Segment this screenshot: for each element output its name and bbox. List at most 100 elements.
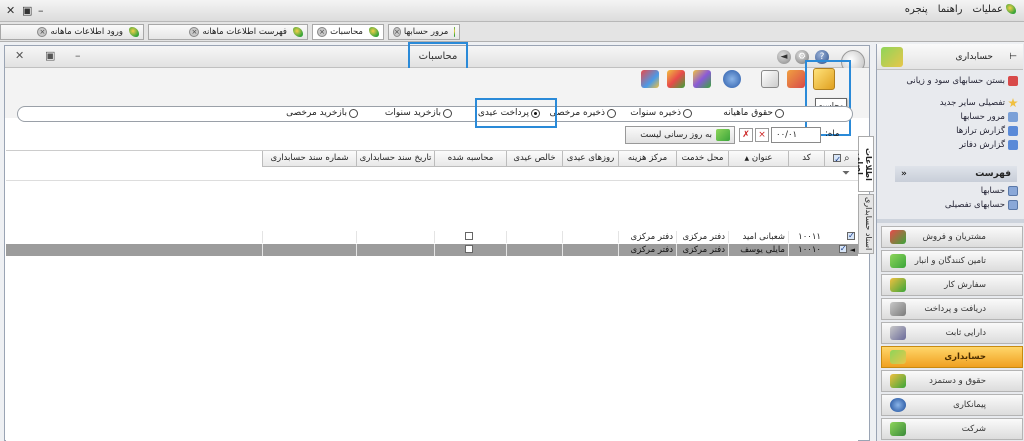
row-checkbox[interactable]	[847, 231, 855, 242]
module-payroll[interactable]: حقوق و دستمزد	[881, 370, 1023, 392]
export-icon[interactable]	[641, 70, 659, 88]
filter-reset-icon[interactable]: ✗	[739, 128, 753, 142]
radio-monthly-salary[interactable]: حقوق ماهیانه	[723, 108, 784, 118]
module-work-order[interactable]: سفارش کار	[881, 274, 1023, 296]
close-icon[interactable]: ×	[317, 27, 328, 37]
radio-severance-reserve[interactable]: ذخیره سنوات	[630, 108, 692, 118]
edit-icon[interactable]	[761, 70, 779, 88]
window-close-button[interactable]: ✕	[15, 49, 24, 62]
col-net-bonus[interactable]: خالص عیدی	[506, 151, 562, 167]
settings-tool-icon[interactable]	[787, 70, 805, 88]
link-review-accounts[interactable]: مرور حسابها	[961, 112, 1018, 122]
panel-header: حسابداری ⊣	[877, 44, 1023, 70]
cell-doc-number	[262, 244, 356, 256]
col-doc-date[interactable]: تاریخ سند حسابداری	[356, 151, 434, 167]
tab-calculations[interactable]: محاسبات ×	[312, 24, 384, 40]
tab-accounting-docs[interactable]: اسناد حسابداری	[858, 194, 874, 254]
delete-doc-icon[interactable]	[667, 70, 685, 88]
cell-code: ۱۰۰۱۱	[788, 231, 824, 243]
calculated-checkbox	[465, 245, 473, 253]
menu-window[interactable]: پنجره	[905, 4, 928, 15]
radio-leave-reserve[interactable]: ذخیره مرخصی	[550, 108, 616, 118]
create-doc-icon[interactable]	[693, 70, 711, 88]
refresh-list-button[interactable]: به روز رسانی لیست	[625, 126, 735, 144]
calculate-button[interactable]	[813, 68, 835, 90]
table-row[interactable]: ◄ ۱۰۰۱۰ مایلی یوسف دفتر مرکزی دفتر مرکزی	[6, 244, 858, 256]
link-ledger-report[interactable]: گزارش دفاتر	[959, 140, 1018, 150]
leaf-icon	[293, 27, 303, 37]
close-icon[interactable]: ×	[393, 27, 401, 37]
col-title[interactable]: عنوان ▲	[728, 151, 788, 167]
menu-operations[interactable]: عملیات	[972, 4, 1016, 15]
document-tab-strip: ورود اطلاعات ماهانه × فهرست اطلاعات ماهان…	[0, 22, 1024, 42]
grid-filter-row[interactable]: ⏷	[6, 167, 858, 181]
contracting-icon	[890, 398, 906, 412]
window-minimize-button[interactable]: –	[75, 49, 81, 62]
radio-severance-buyout[interactable]: بازخرید سنوات	[385, 108, 452, 118]
col-code[interactable]: کد	[788, 151, 824, 167]
main-menu: عملیات راهنما پنجره	[905, 4, 1016, 15]
link-accounts[interactable]: حسابها	[981, 186, 1018, 196]
filter-clear-icon[interactable]: ×	[755, 128, 769, 142]
row-select-cell[interactable]: ◄	[824, 244, 858, 256]
print-icon[interactable]	[723, 70, 741, 88]
filter-funnel-icon[interactable]: ⏷	[842, 168, 850, 179]
window-restore-button[interactable]: ▣	[45, 49, 55, 62]
pin-icon[interactable]: ⊣	[1009, 44, 1017, 70]
close-icon[interactable]: ×	[37, 27, 48, 37]
payment-icon	[890, 302, 906, 316]
close-icon[interactable]: ×	[189, 27, 200, 37]
col-doc-number[interactable]: شماره سند حسابداری	[262, 151, 356, 167]
module-contracting[interactable]: پیمانکاری	[881, 394, 1023, 416]
link-new-detail[interactable]: تفصیلی سایر جدید	[940, 98, 1018, 108]
module-customers-sales[interactable]: مشتریان و فروش	[881, 226, 1023, 248]
leaf-icon	[454, 27, 455, 37]
employee-grid: ⌕ کد عنوان ▲ محل خدمت مرکز هزینه روزهای …	[6, 150, 858, 441]
app-leaf-icon	[1006, 4, 1016, 14]
select-all-checkbox[interactable]	[833, 152, 842, 166]
radio-icon	[683, 108, 692, 118]
tab-main-info[interactable]: اطلاعات اصلی	[855, 136, 874, 192]
col-calculated[interactable]: محاسبه شده	[434, 151, 506, 167]
calculations-window: ✕ ▣ – محاسبات ◄ ⚙ ? محاسبه حقوق ماهیانه …	[4, 42, 874, 441]
module-suppliers-inventory[interactable]: تامین کنندگان و انبار	[881, 250, 1023, 272]
link-balance-report[interactable]: گزارش ترازها	[956, 126, 1018, 136]
cell-calculated	[434, 244, 506, 256]
module-fixed-assets[interactable]: دارایی ثابت	[881, 322, 1023, 344]
tab-monthly-list[interactable]: فهرست اطلاعات ماهانه ×	[148, 24, 308, 40]
month-filter-row: به روز رسانی لیست ✗ × ۰۰/۰۱ ماه:	[625, 126, 857, 144]
month-input[interactable]: ۰۰/۰۱	[771, 127, 821, 143]
col-select[interactable]: ⌕	[824, 151, 858, 167]
cell-bonus-days	[562, 244, 618, 256]
report-icon	[1008, 126, 1018, 136]
module-receive-pay[interactable]: دریافت و پرداخت	[881, 298, 1023, 320]
tab-accounts-review[interactable]: مرور حسابها ×	[388, 24, 460, 40]
list-section-header[interactable]: فهرست «	[895, 166, 1017, 182]
tab-monthly-entry[interactable]: ورود اطلاعات ماهانه ×	[0, 24, 144, 40]
leaf-icon	[369, 27, 379, 37]
menu-help[interactable]: راهنما	[938, 4, 963, 15]
app-close-button[interactable]: ✕	[6, 4, 15, 17]
radio-leave-buyout[interactable]: بازخرید مرخصی	[286, 108, 358, 118]
assets-icon	[890, 326, 906, 340]
app-minimize-button[interactable]: –	[38, 4, 44, 17]
row-checkbox[interactable]	[838, 244, 847, 255]
panel-splitter[interactable]	[877, 219, 1024, 223]
app-restore-button[interactable]: ▣	[22, 4, 32, 17]
star-icon	[1008, 98, 1018, 108]
col-bonus-days[interactable]: روزهای عیدی	[562, 151, 618, 167]
collapse-icon[interactable]: «	[901, 166, 907, 182]
row-select-cell[interactable]	[824, 231, 858, 243]
col-cost-center[interactable]: مرکز هزینه	[618, 151, 676, 167]
link-close-pl-accounts[interactable]: بستن حسابهای سود و زیانی	[898, 76, 1018, 86]
bonus-option-highlight	[475, 98, 557, 128]
col-location[interactable]: محل خدمت	[676, 151, 728, 167]
table-row[interactable]: ۱۰۰۱۱ شعبانی امید دفتر مرکزی دفتر مرکزی	[6, 231, 858, 243]
list-icon	[1008, 200, 1018, 210]
module-accounting[interactable]: حسابداری	[881, 346, 1023, 368]
module-company[interactable]: شرکت	[881, 418, 1023, 440]
nav-back-button[interactable]: ◄	[777, 50, 791, 64]
link-detail-accounts[interactable]: حسابهای تفصیلی	[945, 200, 1018, 210]
cell-doc-date	[356, 244, 434, 256]
cell-code: ۱۰۰۱۰	[788, 244, 824, 256]
